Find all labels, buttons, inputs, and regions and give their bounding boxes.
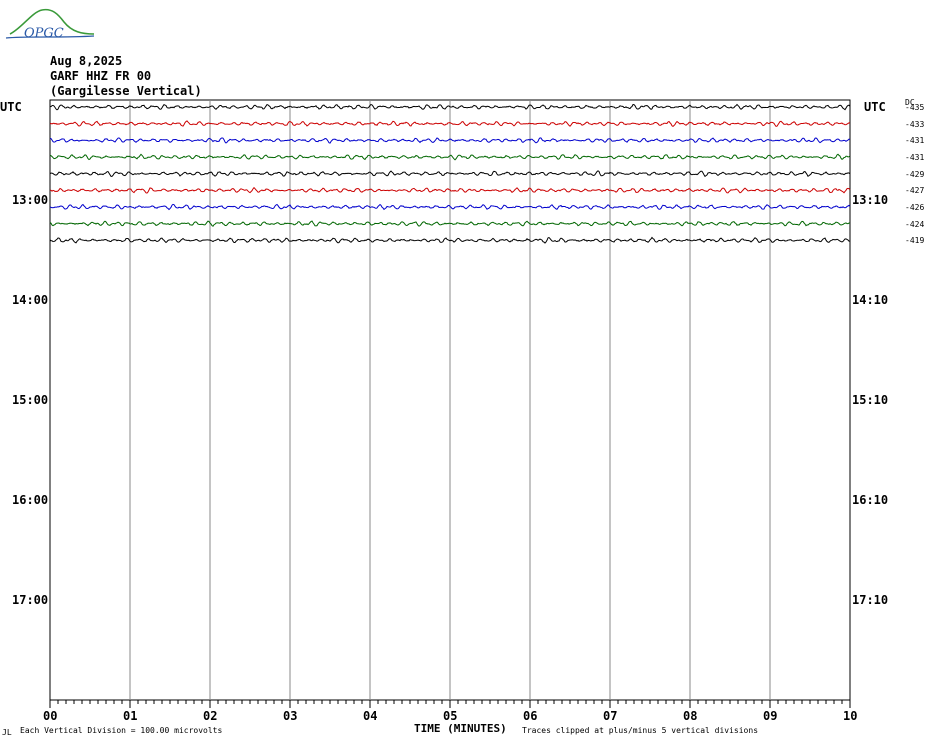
dc-offset-label: -431 [905,136,925,146]
dc-offset-label: -419 [905,236,925,246]
x-tick-label: 05 [443,709,458,723]
left-hour-label: 15:00 [12,393,49,407]
x-tick-label: 00 [43,709,58,723]
x-tick-label: 07 [603,709,618,723]
time-axis-title: TIME (MINUTES) [414,722,507,735]
x-tick-label: 10 [843,709,858,723]
dc-offset-label: -426 [905,203,925,212]
right-hour-label: 16:10 [852,493,889,507]
dc-offset-label: -424 [905,219,925,229]
left-hour-label: 17:00 [12,593,49,607]
dc-offset-label: -433 [905,119,925,129]
right-hour-label: 17:10 [852,593,889,607]
x-tick-label: 03 [283,709,298,723]
left-hour-label: 16:00 [12,493,49,507]
right-hour-label: 15:10 [852,393,889,407]
x-tick-label: 01 [123,709,138,723]
left-hour-label: 13:00 [12,193,49,207]
left-hour-label: 14:00 [12,293,49,307]
vertical-division-note: Each Vertical Division = 100.00 microvol… [20,726,223,735]
x-tick-label: 09 [763,709,778,723]
x-tick-label: 04 [363,709,378,723]
footer-mark: JL [2,728,12,737]
x-tick-label: 06 [523,709,538,723]
x-tick-label: 08 [683,709,698,723]
right-hour-label: 14:10 [852,293,889,307]
right-hour-label: 13:10 [852,193,889,207]
x-tick-label: 02 [203,709,218,723]
dc-offset-label: -427 [905,186,925,196]
helicorder-plot [49,99,851,708]
clipping-note: Traces clipped at plus/minus 5 vertical … [522,726,759,735]
dc-offset-label: -431 [905,153,925,162]
dc-offset-label: -429 [905,169,925,179]
dc-offset-label: -435 [905,103,925,112]
